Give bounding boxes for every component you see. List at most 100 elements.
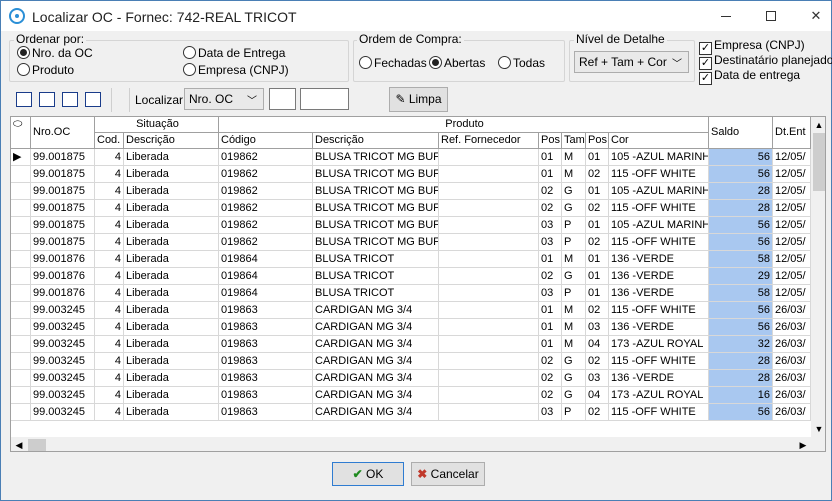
maximize-button[interactable]: [756, 1, 786, 31]
table-cell: 4: [95, 302, 124, 319]
radio-data-entrega[interactable]: Data de Entrega: [183, 46, 285, 60]
scroll-left-icon[interactable]: ◀: [11, 437, 27, 451]
table-cell: [439, 234, 539, 251]
scroll-thumb[interactable]: [28, 439, 46, 451]
table-cell: Liberada: [124, 183, 219, 200]
cancel-button[interactable]: ✖ Cancelar: [411, 462, 485, 486]
table-row[interactable]: ▶ 99.001875 4 Liberada 019862 BLUSA TRICOT MG…: [11, 149, 811, 166]
limpa-button[interactable]: ✎ Limpa: [389, 87, 448, 112]
column-header-pos-cor[interactable]: Pos: [586, 133, 609, 149]
table-row[interactable]: 99.001875 4 Liberada 019862 BLUSA TRICOT MG …: [11, 200, 811, 217]
table-row[interactable]: 99.003245 4 Liberada 019863 CARDIGAN MG 3/4 0…: [11, 370, 811, 387]
table-cell: 019862: [219, 183, 313, 200]
check-list-icon[interactable]: [39, 92, 55, 107]
column-header-cod[interactable]: Cod.: [95, 133, 124, 149]
column-header-descricao[interactable]: Descrição: [124, 133, 219, 149]
scroll-up-icon[interactable]: ▲: [811, 117, 825, 133]
table-row[interactable]: 99.001875 4 Liberada 019862 BLUSA TRICOT MG …: [11, 234, 811, 251]
row-indicator: [11, 183, 31, 200]
table-cell: 12/05/: [773, 251, 811, 268]
radio-nro-oc[interactable]: Nro. da OC: [17, 46, 93, 60]
column-header-dt-entrega[interactable]: Dt.Ent: [773, 117, 811, 149]
nivel-legend: Nível de Detalhe: [574, 32, 667, 46]
localizar-input-2[interactable]: [300, 88, 349, 110]
table-row[interactable]: 99.001875 4 Liberada 019862 BLUSA TRICOT MG …: [11, 217, 811, 234]
table-cell: M: [562, 319, 586, 336]
table-row[interactable]: 99.003245 4 Liberada 019863 CARDIGAN MG 3/4 0…: [11, 404, 811, 421]
table-cell: 99.003245: [31, 302, 95, 319]
table-cell: 99.001876: [31, 251, 95, 268]
minimize-button[interactable]: [711, 1, 741, 31]
select-all-icon[interactable]: [16, 92, 32, 107]
column-header-codigo[interactable]: Código: [219, 133, 313, 149]
row-indicator: [11, 268, 31, 285]
chevron-down-icon: ﹀: [672, 59, 682, 70]
table-cell: [439, 285, 539, 302]
ok-button[interactable]: ✔ OK: [332, 462, 404, 486]
radio-todas[interactable]: Todas: [498, 56, 545, 70]
radio-indicator: [359, 56, 372, 69]
column-header-ref-fornecedor[interactable]: Ref. Fornecedor: [439, 133, 539, 149]
table-row[interactable]: 99.001876 4 Liberada 019864 BLUSA TRICOT 02 G 0…: [11, 268, 811, 285]
table-cell: 56: [709, 149, 773, 166]
column-header-saldo[interactable]: Saldo: [709, 117, 773, 149]
column-header-produto-descricao[interactable]: Descrição: [313, 133, 439, 149]
table-cell: 019863: [219, 353, 313, 370]
table-cell: 99.001876: [31, 285, 95, 302]
table-cell: 99.001875: [31, 234, 95, 251]
localizar-field-select[interactable]: Nro. OC ﹀: [184, 88, 264, 110]
table-cell: 01: [586, 217, 609, 234]
close-button[interactable]: ✕: [801, 1, 831, 31]
table-cell: 02: [586, 404, 609, 421]
table-cell: BLUSA TRICOT MG BUFANTE: [313, 217, 439, 234]
table-row[interactable]: 99.001875 4 Liberada 019862 BLUSA TRICOT MG …: [11, 183, 811, 200]
column-header-nro-oc[interactable]: Nro.OC: [31, 117, 95, 149]
uncheck-all-icon[interactable]: [85, 92, 101, 107]
table-cell: Liberada: [124, 387, 219, 404]
scroll-thumb[interactable]: [813, 133, 825, 191]
table-row[interactable]: 99.003245 4 Liberada 019863 CARDIGAN MG 3/4 0…: [11, 319, 811, 336]
table-cell: 99.001875: [31, 149, 95, 166]
table-cell: Liberada: [124, 370, 219, 387]
radio-fechadas[interactable]: Fechadas: [359, 56, 427, 70]
table-cell: 019864: [219, 285, 313, 302]
radio-abertas[interactable]: Abertas: [429, 56, 485, 70]
table-cell: 105 -AZUL MARINHO: [609, 217, 709, 234]
nivel-detalhe-select[interactable]: Ref + Tam + Cor ﹀: [574, 51, 689, 73]
check-item-icon[interactable]: [62, 92, 78, 107]
table-cell: 02: [539, 387, 562, 404]
vertical-scrollbar[interactable]: ▲ ▼: [811, 117, 825, 437]
localizar-input-1[interactable]: [269, 88, 296, 110]
column-header-tam[interactable]: Tam: [562, 133, 586, 149]
group-header-produto: Produto: [219, 117, 709, 133]
scroll-down-icon[interactable]: ▼: [811, 421, 825, 437]
table-cell: 01: [539, 336, 562, 353]
table-cell: 02: [539, 370, 562, 387]
table-row[interactable]: 99.001875 4 Liberada 019862 BLUSA TRICOT MG …: [11, 166, 811, 183]
radio-indicator: [183, 46, 196, 59]
check-data-entrega[interactable]: ✓ Data de entrega: [699, 68, 800, 85]
table-cell: M: [562, 251, 586, 268]
horizontal-scrollbar[interactable]: ◀ ▶: [11, 437, 811, 451]
table-cell: BLUSA TRICOT MG BUFANTE: [313, 166, 439, 183]
table-cell: [439, 166, 539, 183]
table-row[interactable]: 99.003245 4 Liberada 019863 CARDIGAN MG 3/4 0…: [11, 336, 811, 353]
check-icon: ✔: [352, 467, 367, 481]
table-row[interactable]: 99.003245 4 Liberada 019863 CARDIGAN MG 3/4 0…: [11, 302, 811, 319]
column-header-cor[interactable]: Cor: [609, 133, 709, 149]
table-cell: CARDIGAN MG 3/4: [313, 387, 439, 404]
radio-produto[interactable]: Produto: [17, 63, 74, 77]
table-cell: CARDIGAN MG 3/4: [313, 370, 439, 387]
table-cell: Liberada: [124, 234, 219, 251]
table-row[interactable]: 99.003245 4 Liberada 019863 CARDIGAN MG 3/4 0…: [11, 387, 811, 404]
table-row[interactable]: 99.001876 4 Liberada 019864 BLUSA TRICOT 03 P 0…: [11, 285, 811, 302]
column-header-pos[interactable]: Pos: [539, 133, 562, 149]
table-row[interactable]: 99.001876 4 Liberada 019864 BLUSA TRICOT 01 M 0…: [11, 251, 811, 268]
table-cell: 56: [709, 234, 773, 251]
table-cell: G: [562, 353, 586, 370]
localizar-label: Localizar:: [135, 93, 187, 107]
radio-empresa-cnpj[interactable]: Empresa (CNPJ): [183, 63, 289, 77]
scroll-right-icon[interactable]: ▶: [795, 437, 811, 451]
table-cell: 4: [95, 149, 124, 166]
table-row[interactable]: 99.003245 4 Liberada 019863 CARDIGAN MG 3/4 0…: [11, 353, 811, 370]
